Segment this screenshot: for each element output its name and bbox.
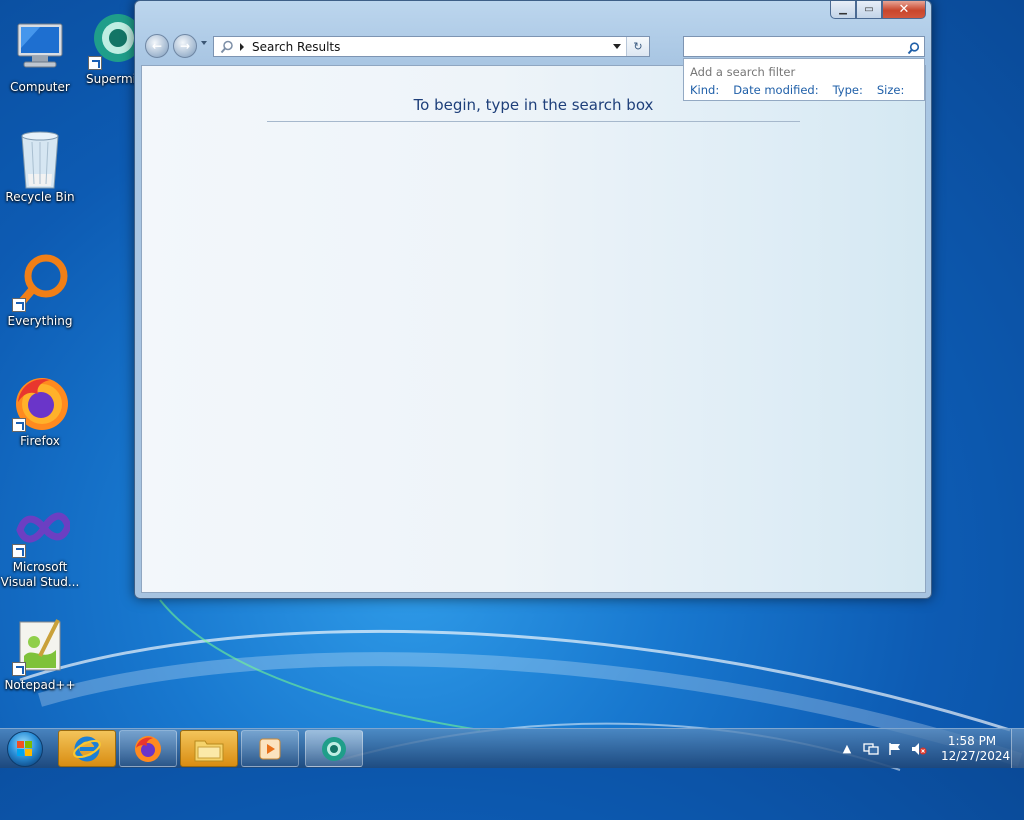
forward-button[interactable]: →	[173, 34, 197, 58]
filter-kind[interactable]: Kind:	[690, 83, 719, 97]
search-input[interactable]	[683, 36, 925, 57]
desktop-icon-notepadpp[interactable]: Notepad++	[0, 616, 80, 693]
shortcut-arrow-icon	[12, 662, 26, 676]
shortcut-arrow-icon	[12, 418, 26, 432]
taskbar-internet-explorer[interactable]	[58, 730, 116, 767]
shortcut-arrow-icon	[12, 298, 26, 312]
search-filter-popup: Add a search filter Kind: Date modified:…	[683, 58, 925, 101]
recent-pages-dropdown-icon[interactable]	[201, 41, 207, 45]
address-current-location[interactable]: Search Results	[252, 40, 340, 54]
search-filter-hint: Add a search filter	[690, 65, 796, 79]
firefox-icon	[10, 372, 70, 432]
wallpaper-swoosh	[19, 599, 1023, 771]
clock[interactable]: 1:58 PM 12/27/2024	[941, 733, 1011, 764]
desktop-icon-everything[interactable]: Everything	[0, 252, 80, 329]
taskbar-firefox[interactable]	[119, 730, 177, 767]
clock-time: 1:58 PM	[947, 733, 997, 748]
search-location-icon	[220, 40, 234, 54]
taskbar: ▲ 1:58 PM 12/27/2024	[0, 728, 1024, 768]
desktop-icon-recycle-bin[interactable]: Recycle Bin	[0, 128, 80, 205]
everything-search-icon	[10, 252, 70, 312]
desktop-icon-label: Notepad++	[4, 678, 76, 692]
system-tray: ▲ 1:58 PM 12/27/2024	[835, 729, 1024, 768]
media-player-icon	[259, 738, 281, 759]
shortcut-arrow-icon	[12, 544, 26, 558]
network-icon[interactable]	[862, 741, 880, 757]
show-hidden-icons-button[interactable]: ▲	[838, 741, 856, 757]
filter-size[interactable]: Size:	[877, 83, 904, 97]
filter-date-modified[interactable]: Date modified:	[733, 83, 818, 97]
windows-logo-icon	[17, 741, 32, 756]
desktop-icon-label: Firefox	[20, 434, 60, 448]
breadcrumb-arrow-icon[interactable]	[240, 42, 244, 51]
address-bar[interactable]: Search Results ↻	[213, 36, 650, 57]
computer-icon	[10, 18, 70, 78]
search-icon[interactable]	[907, 40, 920, 55]
search-results-window[interactable]: ▁ ▭ ✕ ← → Search Results ↻ Add a search …	[134, 0, 932, 599]
search-filter-options: Kind: Date modified: Type: Size:	[690, 83, 918, 97]
minimize-button[interactable]: ▁	[830, 1, 856, 19]
volume-muted-icon[interactable]	[910, 741, 928, 757]
visual-studio-icon	[10, 498, 72, 558]
supermium-icon	[322, 736, 346, 761]
maximize-button[interactable]: ▭	[856, 1, 882, 19]
taskbar-media-player[interactable]	[241, 730, 299, 767]
close-button[interactable]: ✕	[882, 1, 926, 19]
shortcut-arrow-icon	[88, 56, 102, 70]
divider	[267, 121, 800, 122]
desktop-icon-label: Recycle Bin	[5, 190, 75, 204]
firefox-icon	[135, 735, 161, 762]
taskbar-supermium[interactable]	[305, 730, 363, 767]
back-button[interactable]: ←	[145, 34, 169, 58]
desktop-icon-label: Microsoft Visual Stud...	[0, 560, 80, 589]
action-center-flag-icon[interactable]	[886, 741, 904, 757]
caption-buttons: ▁ ▭ ✕	[830, 1, 926, 19]
start-button[interactable]	[7, 731, 43, 767]
desktop-icon-visual-studio[interactable]: Microsoft Visual Stud...	[0, 498, 80, 590]
recycle-bin-icon	[10, 128, 70, 189]
address-dropdown-icon[interactable]	[613, 44, 621, 49]
filter-type[interactable]: Type:	[833, 83, 863, 97]
folder-icon	[194, 740, 224, 761]
results-pane[interactable]: To begin, type in the search box	[141, 65, 926, 593]
clock-date: 12/27/2024	[941, 748, 1011, 763]
taskbar-file-explorer[interactable]	[180, 730, 238, 767]
refresh-button[interactable]: ↻	[626, 37, 649, 56]
desktop-icon-computer[interactable]: Computer	[0, 18, 80, 95]
show-desktop-button[interactable]	[1011, 729, 1024, 768]
internet-explorer-icon	[73, 736, 101, 761]
desktop-icon-label: Computer	[10, 80, 70, 94]
notepadpp-icon	[10, 616, 70, 676]
desktop-icon-label: Everything	[7, 314, 73, 328]
desktop-icon-firefox[interactable]: Firefox	[0, 372, 80, 449]
